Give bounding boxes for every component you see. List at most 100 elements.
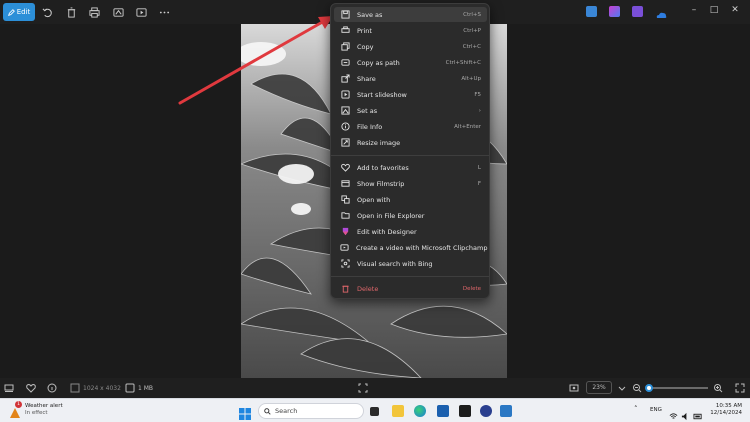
clock[interactable]: 10:35 AM 12/14/2024 <box>708 403 742 417</box>
dimensions-text: 1024 x 4032 <box>83 384 121 392</box>
menu-item-label: Visual search with Bing <box>357 259 433 268</box>
volume-icon[interactable] <box>681 406 690 422</box>
menu-item-add-to-favorites[interactable]: Add to favorites L <box>334 160 487 175</box>
menu-item-shortcut: Ctrl+P <box>463 27 481 34</box>
print-icon <box>340 26 350 36</box>
menu-item-label: Set as <box>357 106 378 115</box>
menu-item-label: Resize image <box>357 138 401 147</box>
zoom-value: 23% <box>592 384 606 391</box>
share-icon <box>340 74 350 84</box>
weather-widget[interactable]: 1 Weather alert In effect <box>9 401 63 418</box>
context-menu: Save as Ctrl+S Print Ctrl+P Copy Ctrl+C … <box>330 3 490 299</box>
filmstrip-toggle-icon[interactable] <box>4 383 14 393</box>
app-icon-power[interactable] <box>480 405 492 417</box>
zoom-slider[interactable] <box>645 384 708 392</box>
visual-search-icon <box>340 259 350 269</box>
heart-icon <box>340 163 350 173</box>
wifi-icon[interactable] <box>669 406 678 422</box>
copy-path-icon <box>340 58 350 68</box>
menu-item-file-info[interactable]: File Info Alt+Enter <box>334 119 487 134</box>
delete-icon <box>340 284 350 294</box>
copy-icon <box>340 42 350 52</box>
open-with-icon <box>340 195 350 205</box>
menu-item-shortcut: L <box>477 164 481 171</box>
photos-app-icon[interactable] <box>500 405 512 417</box>
battery-icon[interactable] <box>693 406 703 422</box>
menu-item-print[interactable]: Print Ctrl+P <box>334 23 487 38</box>
zoom-out-icon[interactable] <box>632 383 642 393</box>
menu-item-save-as[interactable]: Save as Ctrl+S <box>334 7 487 22</box>
weather-alert-icon: 1 <box>9 401 22 418</box>
menu-item-start-slideshow[interactable]: Start slideshow F5 <box>334 87 487 102</box>
folder-icon <box>340 211 350 221</box>
file-explorer-icon[interactable] <box>392 405 404 417</box>
menu-item-copy-as-path[interactable]: Copy as path Ctrl+Shift+C <box>334 55 487 70</box>
menu-item-label: Share <box>357 74 376 83</box>
filmstrip-icon <box>340 179 350 189</box>
menu-item-show-filmstrip[interactable]: Show Filmstrip F <box>334 176 487 191</box>
clock-date: 12/14/2024 <box>710 410 742 416</box>
edge-icon[interactable] <box>414 405 426 417</box>
zoom-dropdown[interactable]: 23% <box>586 381 612 394</box>
actual-size-icon[interactable] <box>569 383 579 393</box>
resize-icon <box>340 138 350 148</box>
menu-item-shortcut: Ctrl+S <box>463 11 481 18</box>
menu-item-copy[interactable]: Copy Ctrl+C <box>334 39 487 54</box>
zoom-in-icon[interactable] <box>713 383 723 393</box>
menu-item-delete[interactable]: Delete Delete <box>334 281 487 296</box>
chevron-up-icon[interactable]: ˄ <box>634 405 638 413</box>
fullscreen-icon[interactable] <box>735 383 745 393</box>
menu-item-label: Copy as path <box>357 58 400 67</box>
clock-time: 10:35 AM <box>715 403 742 409</box>
menu-item-shortcut: F <box>477 180 481 187</box>
menu-item-label: Show Filmstrip <box>357 179 405 188</box>
menu-item-shortcut: Alt+Up <box>461 75 481 82</box>
set-as-icon <box>340 106 350 116</box>
dimensions-icon <box>70 383 80 393</box>
menu-separator <box>331 276 489 277</box>
menu-item-label: Copy <box>357 42 374 51</box>
menu-item-set-as[interactable]: Set as › <box>334 103 487 118</box>
menu-item-label: Print <box>357 26 372 35</box>
menu-item-shortcut: Alt+Enter <box>454 123 481 130</box>
menu-item-shortcut: Ctrl+C <box>462 43 481 50</box>
menu-item-label: Add to favorites <box>357 163 409 172</box>
menu-item-label: Open in File Explorer <box>357 211 425 220</box>
file-info-icon[interactable] <box>47 383 57 393</box>
fit-to-window-icon[interactable] <box>358 383 368 393</box>
app-icon-check[interactable] <box>437 405 449 417</box>
menu-item-shortcut: Delete <box>462 285 481 292</box>
image-dimensions: 1024 x 4032 <box>70 383 121 393</box>
menu-item-resize-image[interactable]: Resize image <box>334 135 487 150</box>
menu-item-label: Create a video with Microsoft Clipchamp <box>356 243 488 252</box>
menu-item-visual-search-bing[interactable]: Visual search with Bing <box>334 256 487 271</box>
status-bar: 1024 x 4032 1 MB 23% <box>0 378 750 398</box>
task-view-icon[interactable] <box>370 407 379 416</box>
designer-icon <box>340 227 350 237</box>
menu-item-label: Edit with Designer <box>357 227 417 236</box>
windows-start-icon[interactable] <box>239 405 251 420</box>
file-size-text: 1 MB <box>138 384 154 392</box>
favorite-heart-icon[interactable] <box>26 383 36 393</box>
chevron-down-icon[interactable] <box>617 383 627 393</box>
weather-title: Weather alert <box>25 403 63 409</box>
menu-item-share[interactable]: Share Alt+Up <box>334 71 487 86</box>
menu-item-label: Start slideshow <box>357 90 407 99</box>
zoom-slider-thumb[interactable] <box>645 384 654 392</box>
menu-item-open-in-file-explorer[interactable]: Open in File Explorer <box>334 208 487 223</box>
menu-item-label: Save as <box>357 10 383 19</box>
taskbar: 1 Weather alert In effect Search ˄ ENG 1… <box>0 398 750 422</box>
menu-separator <box>331 155 489 156</box>
file-size: 1 MB <box>125 383 153 393</box>
weather-badge: 1 <box>15 401 22 408</box>
menu-item-label: Open with <box>357 195 391 204</box>
menu-item-open-with[interactable]: Open with <box>334 192 487 207</box>
chevron-right-icon: › <box>478 107 481 114</box>
menu-item-create-video-clipchamp[interactable]: Create a video with Microsoft Clipchamp <box>334 240 487 255</box>
menu-item-edit-with-designer[interactable]: Edit with Designer <box>334 224 487 239</box>
slideshow-icon <box>340 90 350 100</box>
language-indicator[interactable]: ENG <box>650 407 662 413</box>
taskbar-search[interactable]: Search <box>258 403 364 419</box>
app-icon-dark[interactable] <box>459 405 471 417</box>
save-icon <box>340 10 350 20</box>
